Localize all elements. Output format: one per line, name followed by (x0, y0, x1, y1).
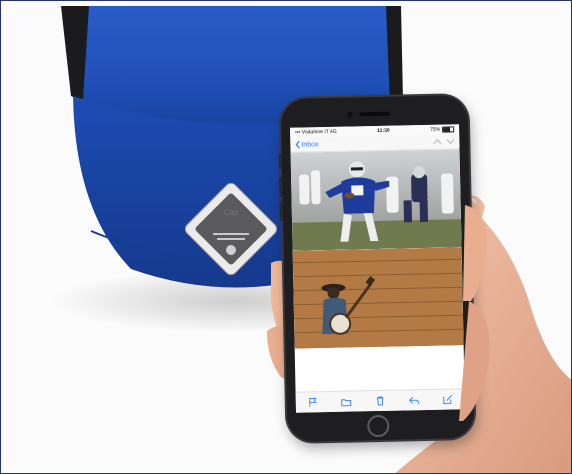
compose-icon[interactable] (441, 393, 455, 405)
front-camera (346, 111, 353, 118)
back-label: Inbox (301, 140, 319, 149)
chevron-left-icon (295, 140, 300, 149)
flag-icon[interactable] (306, 396, 320, 408)
smartphone: ••• Vodafone IT 4G 11:30 75% Inbox (278, 95, 475, 442)
reply-icon[interactable] (407, 394, 421, 406)
clock: 11:30 (377, 127, 390, 134)
banjo-player-photo (292, 247, 464, 349)
football-photo (290, 149, 462, 251)
earpiece (359, 111, 390, 117)
home-button[interactable] (367, 414, 390, 438)
carrier-text: ••• Vodafone IT 4G (295, 128, 337, 136)
battery-icon (442, 126, 455, 133)
trash-icon[interactable] (373, 395, 387, 407)
battery-percent: 75% (430, 126, 441, 133)
phone-screen: ••• Vodafone IT 4G 11:30 75% Inbox (290, 124, 465, 413)
chevron-up-icon[interactable] (433, 138, 442, 145)
chevron-down-icon[interactable] (446, 138, 455, 145)
photo-frame: Cas ••• Vodafone IT 4G 11:30 75% Inbox (0, 0, 572, 474)
mail-toolbar (295, 388, 465, 413)
back-to-inbox-button[interactable]: Inbox (295, 140, 319, 149)
folder-icon[interactable] (339, 396, 353, 408)
